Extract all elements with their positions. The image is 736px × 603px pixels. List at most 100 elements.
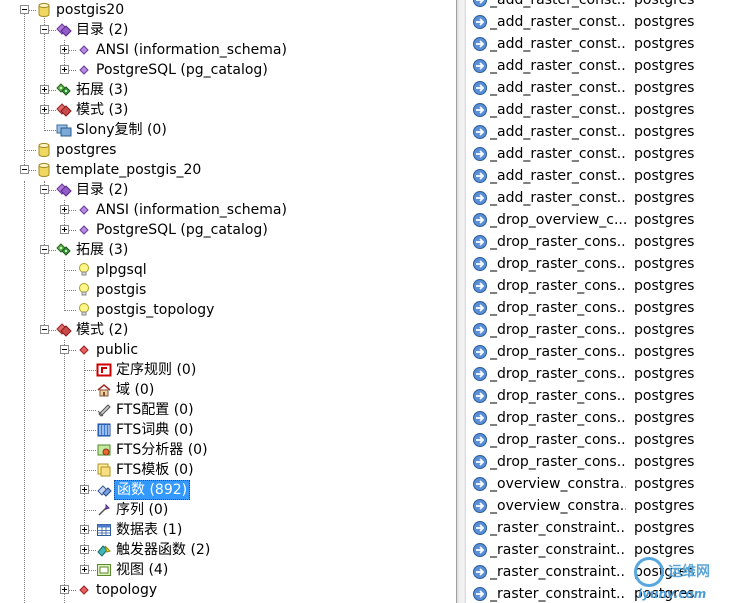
tree-node-label: 域 (0) [116,382,155,398]
tree-connector [84,410,96,411]
expand-toggle-icon[interactable] [80,525,89,534]
list-item[interactable]: _drop_raster_cons... postgres [466,297,736,319]
list-item[interactable]: _add_raster_const... postgres [466,121,736,143]
function-owner: postgres [634,300,695,316]
diamond-red-icon [76,582,92,598]
tree-node-schemas[interactable]: 模式 (2) [0,320,456,340]
list-item[interactable]: _overview_constra... postgres [466,473,736,495]
expand-toggle-icon[interactable] [60,225,69,234]
expand-toggle-icon[interactable] [80,485,89,494]
tree-node-label: 目录 (2) [76,182,129,198]
list-item[interactable]: _drop_overview_c... postgres [466,209,736,231]
tree-node-db-postgres[interactable]: postgres [0,140,456,160]
diamond-icon [76,42,92,58]
tree-node-schemas[interactable]: 模式 (3) [0,100,456,120]
tree-node-label: 模式 (2) [76,322,129,338]
tree-node-trigger-functions[interactable]: 触发器函数 (2) [0,540,456,560]
tree-node-label: FTS分析器 (0) [116,442,208,458]
tree-node-label: PostgreSQL (pg_catalog) [96,62,268,78]
list-item[interactable]: _add_raster_const... postgres [466,165,736,187]
expand-toggle-icon[interactable] [60,205,69,214]
list-item[interactable]: _drop_raster_cons... postgres [466,385,736,407]
collapse-toggle-icon[interactable] [20,5,29,14]
tree-node-fts-templates[interactable]: FTS模板 (0) [0,460,456,480]
tree-node-extension-plpgsql[interactable]: plpgsql [0,260,456,280]
collapse-toggle-icon[interactable] [60,345,69,354]
tree-node-tables[interactable]: 数据表 (1) [0,520,456,540]
expand-toggle-icon[interactable] [40,105,49,114]
tree-node-catalog-ansi[interactable]: ANSI (information_schema) [0,200,456,220]
tree-node-extension-postgis-topology[interactable]: postgis_topology [0,300,456,320]
schema-icon [56,322,72,338]
list-item[interactable]: _add_raster_const... postgres [466,11,736,33]
list-item[interactable]: _drop_raster_cons... postgres [466,341,736,363]
tree-node-catalog-pgcatalog[interactable]: PostgreSQL (pg_catalog) [0,220,456,240]
extension-icon [56,82,72,98]
list-item[interactable]: _add_raster_const... postgres [466,187,736,209]
tree-node-catalogs[interactable]: 目录 (2) [0,180,456,200]
collapse-toggle-icon[interactable] [40,325,49,334]
list-item[interactable]: _add_raster_const... postgres [466,0,736,11]
pane-splitter[interactable] [456,0,466,603]
tree-node-fts-dictionaries[interactable]: FTS词典 (0) [0,420,456,440]
function-arrow-icon [472,322,488,338]
tree-node-fts-configurations[interactable]: FTS配置 (0) [0,400,456,420]
list-item[interactable]: _drop_raster_cons... postgres [466,275,736,297]
tree-node-schema-public[interactable]: public [0,340,456,360]
function-owner: postgres [634,36,695,52]
function-arrow-icon [472,344,488,360]
collapse-toggle-icon[interactable] [40,185,49,194]
list-item[interactable]: _drop_raster_cons... postgres [466,429,736,451]
function-name: _add_raster_const... [490,102,626,118]
tree-node-collations[interactable]: 定序规则 (0) [0,360,456,380]
list-item[interactable]: _add_raster_const... postgres [466,143,736,165]
list-item[interactable]: _drop_raster_cons... postgres [466,407,736,429]
collapse-toggle-icon[interactable] [40,25,49,34]
function-list[interactable]: _add_raster_const... postgres _add_raster_… [466,0,736,603]
collapse-toggle-icon[interactable] [20,165,29,174]
tree-node-slony-replication[interactable]: Slony复制 (0) [0,120,456,140]
function-arrow-icon [472,300,488,316]
list-item[interactable]: _add_raster_const... postgres [466,55,736,77]
tree-node-extension-postgis[interactable]: postgis [0,280,456,300]
expand-toggle-icon[interactable] [80,545,89,554]
tree-node-fts-parsers[interactable]: FTS分析器 (0) [0,440,456,460]
list-item[interactable]: _drop_raster_cons... postgres [466,319,736,341]
expand-toggle-icon[interactable] [40,85,49,94]
list-item[interactable]: _drop_raster_cons... postgres [466,363,736,385]
tree-node-extensions[interactable]: 拓展 (3) [0,80,456,100]
object-tree[interactable]: postgis20 目录 (2) ANSI (information_schema)… [0,0,456,603]
list-item[interactable]: _raster_constraint... postgres [466,517,736,539]
tree-node-catalogs[interactable]: 目录 (2) [0,20,456,40]
collation-icon [96,362,112,378]
tree-node-extensions[interactable]: 拓展 (3) [0,240,456,260]
tree-node-catalog-ansi[interactable]: ANSI (information_schema) [0,40,456,60]
tree-node-sequences[interactable]: 序列 (0) [0,500,456,520]
list-item[interactable]: _add_raster_const... postgres [466,77,736,99]
list-item[interactable]: _drop_raster_cons... postgres [466,451,736,473]
function-arrow-icon [472,80,488,96]
tree-node-functions[interactable]: 函数 (892) [0,480,456,500]
list-item[interactable]: _overview_constra... postgres [466,495,736,517]
list-item[interactable]: _drop_raster_cons... postgres [466,231,736,253]
tree-node-catalog-pgcatalog[interactable]: PostgreSQL (pg_catalog) [0,60,456,80]
function-icon [96,482,112,498]
expand-toggle-icon[interactable] [60,45,69,54]
tree-node-db-template-postgis-20[interactable]: template_postgis_20 [0,160,456,180]
tree-node-views[interactable]: 视图 (4) [0,560,456,580]
function-arrow-icon [472,542,488,558]
watermark-logo-icon [634,557,664,587]
expand-toggle-icon[interactable] [80,565,89,574]
expand-toggle-icon[interactable] [60,585,69,594]
tree-node-domains[interactable]: 域 (0) [0,380,456,400]
collapse-toggle-icon[interactable] [40,245,49,254]
tree-node-schema-topology[interactable]: topology [0,580,456,600]
list-item[interactable]: _add_raster_const... postgres [466,99,736,121]
tree-node-db-postgis20[interactable]: postgis20 [0,0,456,20]
list-item[interactable]: _drop_raster_cons... postgres [466,253,736,275]
expand-toggle-icon[interactable] [60,65,69,74]
site-watermark: 运维网 iyunv.com [628,555,736,603]
tree-connector [84,470,96,471]
list-item[interactable]: _add_raster_const... postgres [466,33,736,55]
watermark-text: 运维网 [668,564,710,580]
